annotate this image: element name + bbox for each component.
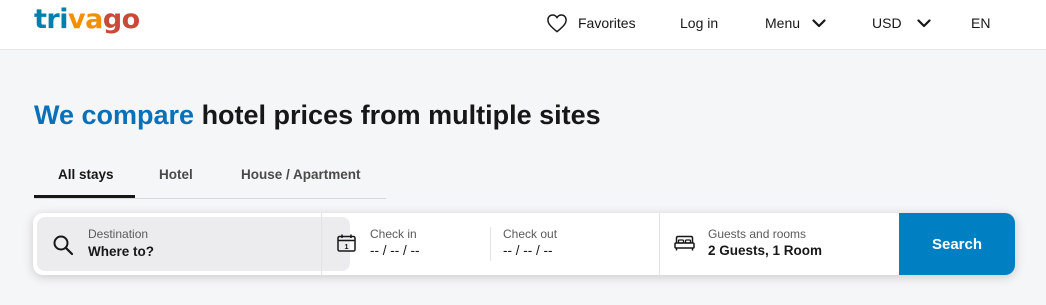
currency-label: USD [872,15,902,31]
trivago-logo[interactable]: trivago [34,3,140,37]
tab-hotel[interactable]: Hotel [159,167,193,182]
chevron-down-icon [916,18,931,27]
favorites-label: Favorites [578,15,636,31]
site-header: trivago Favorites Log in Menu USD EN [0,0,1046,50]
currency-dropdown[interactable]: USD [872,0,931,46]
destination-label: Destination [88,227,149,241]
destination-input[interactable]: Where to? [88,244,154,259]
search-button[interactable]: Search [899,213,1015,275]
check-out-label: Check out [503,227,558,241]
page-title: We compare hotel prices from multiple si… [34,100,601,131]
bed-icon [674,235,695,251]
login-link[interactable]: Log in [680,0,718,46]
language-label: EN [971,15,991,31]
destination-field[interactable]: Destination Where to? [37,217,350,271]
tab-all-stays[interactable]: All stays [58,167,114,182]
calendar-day: 1 [344,242,348,251]
check-in-label: Check in [370,227,417,241]
login-label: Log in [680,15,719,31]
heart-icon [547,14,567,33]
language-selector[interactable]: EN [971,0,990,46]
stay-type-tabs: All stays Hotel House / Apartment [34,155,386,199]
search-bar: Destination Where to? 1 Check in -- / --… [33,213,1015,275]
title-accent: We compare [34,100,195,130]
tab-house-apartment[interactable]: House / Apartment [241,167,361,182]
active-tab-indicator [34,195,135,198]
menu-dropdown[interactable]: Menu [765,0,826,46]
favorites-link[interactable]: Favorites [546,0,636,46]
menu-label: Menu [765,15,801,31]
check-out-value: -- / -- / -- [503,243,553,258]
check-out-field[interactable]: Check out -- / -- / -- [491,213,659,275]
calendar-icon: 1 [337,234,356,252]
search-icon [53,235,74,256]
check-in-value: -- / -- / -- [370,243,420,258]
check-in-field[interactable]: 1 Check in -- / -- / -- [322,213,490,275]
chevron-down-icon [812,18,826,27]
title-rest: hotel prices from multiple sites [194,100,601,130]
guests-rooms-value: 2 Guests, 1 Room [708,243,823,258]
guests-rooms-field[interactable]: Guests and rooms 2 Guests, 1 Room [660,213,899,275]
guests-rooms-label: Guests and rooms [708,227,807,241]
